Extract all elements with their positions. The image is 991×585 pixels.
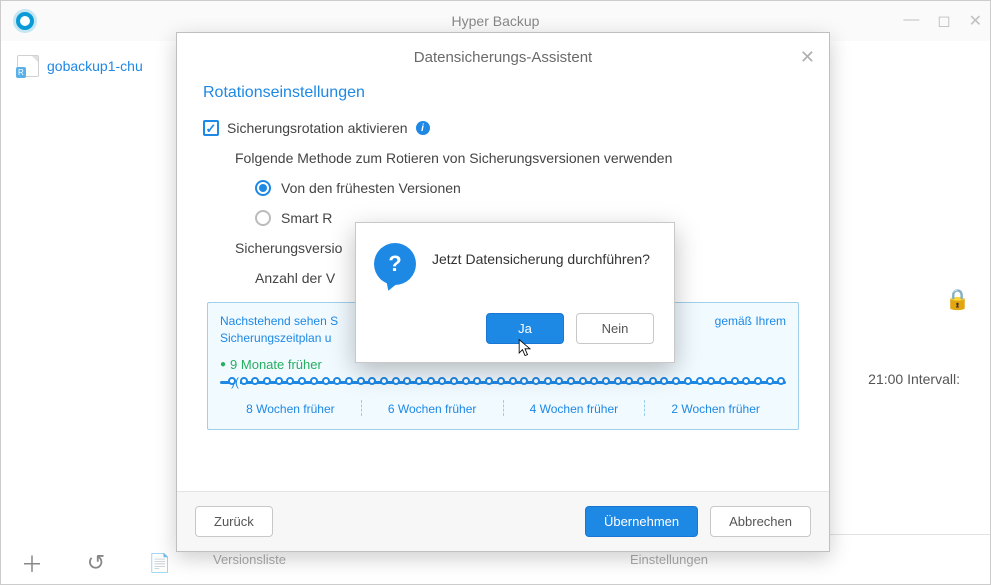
app-title: Hyper Backup (452, 13, 540, 29)
wizard-title: Datensicherungs-Assistent ✕ (177, 33, 829, 78)
section-title: Rotationseinstellungen (203, 84, 803, 102)
key-icon[interactable]: 🔒 (945, 287, 970, 312)
settings-button[interactable]: Einstellungen (618, 550, 720, 569)
confirm-dialog: ? Jetzt Datensicherung durchführen? Ja N… (355, 222, 675, 363)
app-icon (13, 9, 37, 33)
sidebar: gobackup1-chu (1, 41, 181, 561)
history-icon[interactable]: ↺ (77, 548, 115, 578)
apply-button[interactable]: Übernehmen (585, 506, 698, 537)
bottom-toolbar: ＋ ↺ 📄 (13, 548, 179, 578)
wizard-footer: Zurück Übernehmen Abbrechen (177, 491, 829, 551)
timeline-start-marker: 9 Monate früher (220, 357, 322, 372)
task-icon (17, 55, 39, 77)
confirm-text: Jetzt Datensicherung durchführen? (432, 243, 650, 267)
document-icon[interactable]: 📄 (141, 548, 179, 578)
enable-rotation-label: Sicherungsrotation aktivieren (227, 120, 408, 136)
method-description: Folgende Methode zum Rotieren von Sicher… (235, 150, 803, 166)
info-icon[interactable]: i (416, 121, 430, 135)
close-window-icon[interactable]: ✕ (969, 11, 982, 31)
maximize-icon[interactable]: ◻ (937, 11, 950, 31)
enable-rotation-checkbox[interactable]: Sicherungsrotation aktivieren i (203, 120, 803, 136)
radio-icon (255, 210, 271, 226)
no-button[interactable]: Nein (576, 313, 654, 344)
schedule-info: 21:00 Intervall: (868, 371, 960, 387)
back-button[interactable]: Zurück (195, 506, 273, 537)
radio-icon (255, 180, 271, 196)
yes-button[interactable]: Ja (486, 313, 564, 344)
close-icon[interactable]: ✕ (800, 47, 815, 68)
sidebar-item-label: gobackup1-chu (47, 58, 143, 74)
add-icon[interactable]: ＋ (13, 548, 51, 578)
question-icon: ? (374, 243, 416, 285)
radio-earliest-versions[interactable]: Von den frühesten Versionen (255, 180, 803, 196)
checkbox-icon (203, 120, 219, 136)
sidebar-item-backup-task[interactable]: gobackup1-chu (1, 41, 181, 91)
cancel-button[interactable]: Abbrechen (710, 506, 811, 537)
version-list-button[interactable]: Versionsliste (201, 550, 298, 569)
minimize-icon[interactable]: — (903, 11, 919, 31)
